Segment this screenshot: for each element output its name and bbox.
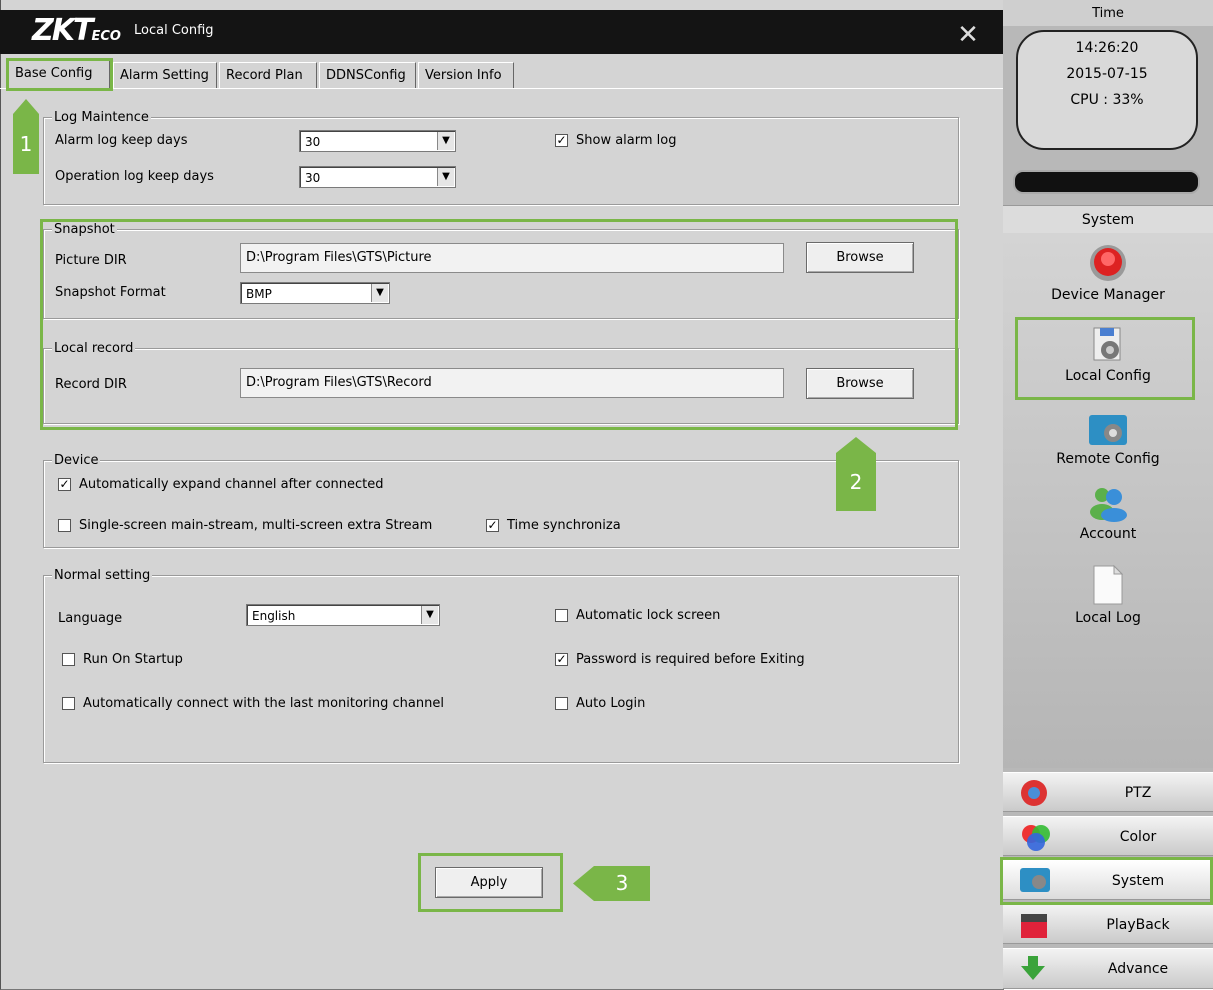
record-dir-field[interactable]: D:\Program Files\GTS\Record [240, 368, 784, 398]
chevron-down-icon: ▼ [421, 606, 438, 624]
tab-record-plan[interactable]: Record Plan [219, 62, 317, 88]
account-icon [1090, 488, 1127, 522]
device-manager-icon [1090, 245, 1126, 281]
local-record-legend: Local record [52, 341, 136, 357]
single-screen-checkbox[interactable] [58, 519, 71, 532]
auto-login-label: Auto Login [576, 696, 646, 711]
status-bar [1013, 170, 1200, 194]
record-dir-label: Record DIR [55, 377, 127, 392]
auto-connect-label: Automatically connect with the last moni… [83, 696, 444, 711]
alarm-log-days-select[interactable]: 30 ▼ [299, 130, 456, 152]
callout-1-arrow [13, 99, 39, 114]
operation-log-days-select[interactable]: 30 ▼ [299, 166, 456, 188]
chevron-down-icon: ▼ [437, 168, 454, 186]
auto-expand-label: Automatically expand channel after conne… [79, 477, 384, 492]
picture-dir-field[interactable]: D:\Program Files\GTS\Picture [240, 243, 784, 273]
language-label: Language [58, 611, 123, 626]
auto-expand-checkbox[interactable]: ✓ [58, 478, 71, 491]
nav-ptz[interactable]: PTZ [1003, 772, 1213, 812]
remote-config-icon [1089, 415, 1127, 445]
normal-setting-legend: Normal setting [52, 568, 153, 584]
operation-log-days-label: Operation log keep days [55, 169, 214, 184]
menu-label: Account [1079, 526, 1137, 542]
tab-alarm-setting[interactable]: Alarm Setting [113, 62, 217, 88]
zkteco-logo: ZKTECO [32, 13, 121, 48]
snapshot-legend: Snapshot [52, 222, 117, 238]
menu-remote-config[interactable]: Remote Config [1003, 413, 1213, 467]
picture-dir-label: Picture DIR [55, 253, 127, 268]
picture-browse-button[interactable]: Browse [806, 242, 914, 273]
time-sync-label: Time synchroniza [507, 518, 621, 533]
clock-date: 2015-07-15 [1066, 66, 1148, 82]
callout-2: 2 [836, 453, 876, 511]
advance-icon [1021, 956, 1045, 980]
device-group [43, 460, 959, 548]
menu-label: Local Config [1065, 368, 1151, 384]
system-icon [1020, 868, 1050, 892]
menu-device-manager[interactable]: Device Manager [1003, 243, 1213, 303]
clock-time: 14:26:20 [1075, 40, 1139, 56]
nav-color[interactable]: Color [1003, 816, 1213, 856]
tab-ddns-config[interactable]: DDNSConfig [319, 62, 416, 88]
ptz-icon [1021, 780, 1047, 806]
password-exit-label: Password is required before Exiting [576, 652, 805, 667]
window-title: Local Config [134, 23, 214, 38]
nav-advance[interactable]: Advance [1003, 948, 1213, 989]
tab-version-info[interactable]: Version Info [418, 62, 514, 88]
log-maintence-group [43, 117, 959, 205]
menu-label: Remote Config [1056, 451, 1160, 467]
normal-setting-group [43, 575, 959, 763]
playback-icon [1021, 914, 1047, 938]
nav-playback[interactable]: PlayBack [1003, 904, 1213, 944]
show-alarm-log-label: Show alarm log [576, 133, 677, 148]
menu-label: Device Manager [1051, 287, 1165, 303]
apply-button[interactable]: Apply [435, 867, 543, 898]
tab-base-config[interactable]: Base Config [8, 58, 110, 89]
auto-lock-checkbox[interactable] [555, 609, 568, 622]
time-sync-checkbox[interactable]: ✓ [486, 519, 499, 532]
callout-2-arrow [836, 437, 876, 453]
snapshot-format-label: Snapshot Format [55, 285, 166, 300]
log-maintence-legend: Log Maintence [52, 110, 151, 126]
menu-local-config[interactable]: Local Config [1003, 326, 1213, 384]
callout-3: 3 [594, 866, 650, 901]
device-legend: Device [52, 453, 101, 469]
color-icon [1022, 825, 1050, 851]
clock-display: 14:26:20 2015-07-15 CPU : 33% [1016, 30, 1198, 150]
menu-account[interactable]: Account [1003, 484, 1213, 542]
auto-connect-checkbox[interactable] [62, 697, 75, 710]
callout-1: 1 [13, 114, 39, 174]
system-section-header: System [1003, 205, 1213, 234]
local-config-icon [1093, 327, 1121, 361]
menu-local-log[interactable]: Local Log [1003, 564, 1213, 626]
single-screen-label: Single-screen main-stream, multi-screen … [79, 518, 433, 533]
tab-bar: Base Config Alarm Setting Record Plan DD… [0, 58, 1003, 89]
password-exit-checkbox[interactable]: ✓ [555, 653, 568, 666]
run-startup-checkbox[interactable] [62, 653, 75, 666]
local-log-icon [1093, 564, 1124, 605]
cpu-usage: CPU : 33% [1070, 92, 1144, 108]
menu-label: Local Log [1075, 610, 1141, 626]
run-startup-label: Run On Startup [83, 652, 183, 667]
snapshot-format-select[interactable]: BMP ▼ [240, 282, 390, 304]
language-select[interactable]: English ▼ [246, 604, 440, 626]
chevron-down-icon: ▼ [437, 132, 454, 150]
record-browse-button[interactable]: Browse [806, 368, 914, 399]
nav-system[interactable]: System [1003, 860, 1213, 900]
show-alarm-log-checkbox[interactable]: ✓ [555, 134, 568, 147]
time-header: Time [1003, 0, 1213, 26]
callout-3-arrow [573, 866, 594, 901]
auto-lock-label: Automatic lock screen [576, 608, 721, 623]
chevron-down-icon: ▼ [371, 284, 388, 302]
alarm-log-days-label: Alarm log keep days [55, 133, 188, 148]
close-button[interactable]: ✕ [955, 22, 981, 48]
auto-login-checkbox[interactable] [555, 697, 568, 710]
